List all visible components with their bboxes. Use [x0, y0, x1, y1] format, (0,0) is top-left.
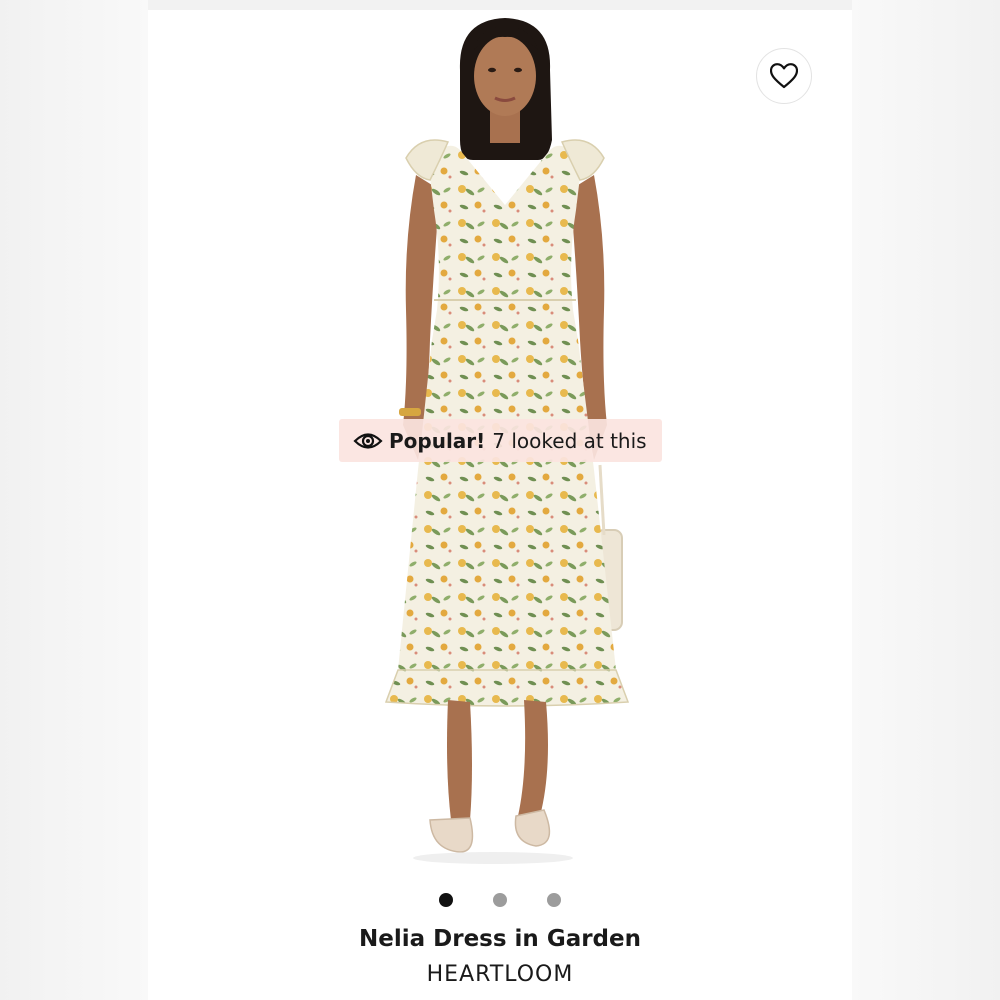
product-brand[interactable]: HEARTLOOM [148, 962, 852, 987]
popular-label: Popular! [389, 428, 486, 453]
eye-icon [353, 431, 383, 451]
carousel-dot-2[interactable] [493, 893, 507, 907]
product-card: Popular! 7 looked at this Nelia Dress in… [148, 10, 852, 1000]
popular-count-text: 7 looked at this [492, 428, 647, 453]
favorite-button[interactable] [756, 48, 812, 104]
product-name[interactable]: Nelia Dress in Garden [148, 926, 852, 952]
heart-icon [770, 63, 798, 89]
carousel-indicators [148, 892, 852, 908]
carousel-dot-3[interactable] [547, 893, 561, 907]
popular-badge: Popular! 7 looked at this [339, 419, 662, 462]
carousel-dot-1[interactable] [439, 893, 453, 907]
top-divider [148, 0, 852, 10]
page: Popular! 7 looked at this Nelia Dress in… [0, 0, 1000, 1000]
